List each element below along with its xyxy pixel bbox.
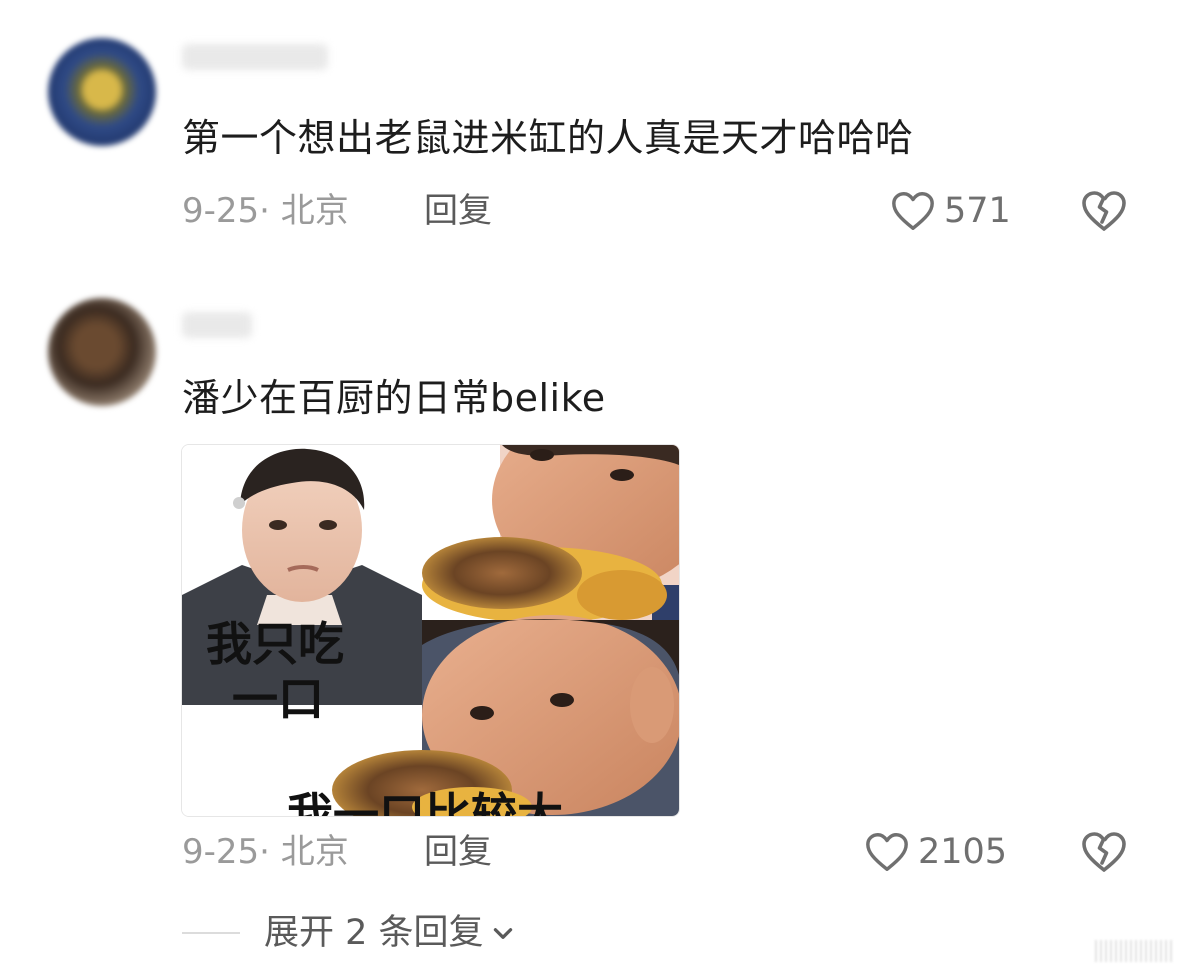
meme-image[interactable]: 我只吃 一口 我一口比较大 bbox=[181, 444, 680, 817]
comment-text: 第一个想出老鼠进米缸的人真是天才哈哈哈 bbox=[182, 116, 914, 160]
svg-text:我只吃: 我只吃 bbox=[206, 617, 344, 671]
comment-date-location: 9-25· 北京 bbox=[182, 832, 349, 872]
like-count: 2105 bbox=[918, 832, 1008, 872]
avatar[interactable] bbox=[48, 298, 156, 406]
reply-button[interactable]: 回复 bbox=[424, 830, 492, 874]
like-button[interactable]: 2105 bbox=[864, 828, 1007, 876]
heart-outline-icon bbox=[866, 833, 908, 871]
divider-line bbox=[182, 932, 240, 934]
chevron-down-icon[interactable] bbox=[490, 920, 516, 946]
comment-text: 潘少在百厨的日常belike bbox=[182, 376, 606, 420]
reply-button[interactable]: 回复 bbox=[424, 189, 492, 233]
svg-text:一口: 一口 bbox=[232, 672, 324, 726]
like-button[interactable]: 571 bbox=[890, 187, 1011, 235]
meme-illustration: 我只吃 一口 我一口比较大 bbox=[182, 445, 679, 816]
expand-replies-label[interactable]: 展开 2 条回复 bbox=[264, 908, 484, 958]
username-blurred[interactable] bbox=[182, 312, 252, 338]
broken-heart-icon[interactable] bbox=[1080, 829, 1128, 875]
broken-heart-icon[interactable] bbox=[1080, 188, 1128, 234]
avatar[interactable] bbox=[48, 38, 156, 146]
comment-date-location: 9-25· 北京 bbox=[182, 191, 349, 231]
watermark bbox=[1095, 940, 1173, 962]
heart-outline-icon bbox=[892, 192, 934, 230]
username-blurred[interactable] bbox=[182, 44, 328, 70]
expand-replies[interactable]: 展开 2 条回复 bbox=[182, 908, 516, 958]
comment-item: 第一个想出老鼠进米缸的人真是天才哈哈哈 9-25· 北京 回复 571 bbox=[0, 0, 1179, 260]
svg-text:我一口比较大: 我一口比较大 bbox=[287, 788, 563, 816]
like-count: 571 bbox=[944, 191, 1011, 231]
